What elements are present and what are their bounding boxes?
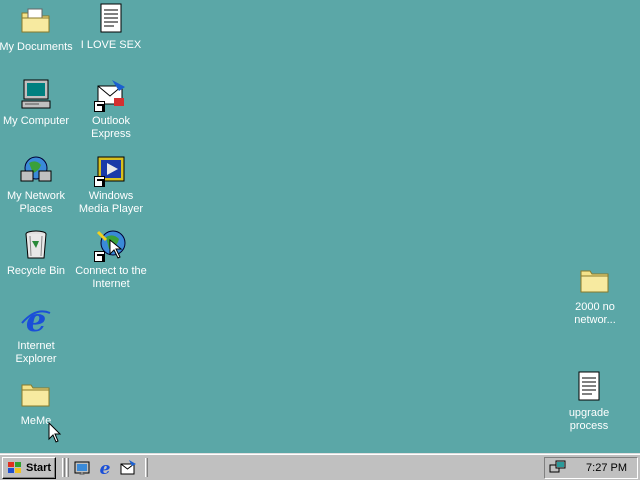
desktop-icon-label: Outlook Express (91, 115, 131, 140)
show-desktop-icon[interactable] (73, 459, 91, 477)
desktop-icon-label: Connect to the Internet (75, 265, 147, 290)
desktop-icon-2000-no-network-folder[interactable]: 2000 no networ... (557, 264, 633, 327)
desktop-icon-label: MeMe (20, 415, 52, 427)
desktop-icon-meme-folder[interactable]: MeMe (0, 378, 74, 428)
network-places-icon (19, 153, 53, 187)
desktop-icon-my-computer[interactable]: My Computer (0, 78, 74, 128)
desktop-icon-my-network-places[interactable]: My Network Places (0, 153, 74, 216)
desktop-icon-windows-media-player[interactable]: Windows Media Player (73, 153, 149, 216)
desktop-icon-upgrade-process[interactable]: upgrade process (551, 370, 627, 433)
outlook-express-icon (94, 78, 128, 112)
desktop-icon-label: I LOVE SEX (80, 39, 142, 51)
start-button[interactable]: Start (2, 457, 56, 479)
desktop-icon-label: Recycle Bin (6, 265, 66, 277)
desktop-icon-outlook-express[interactable]: Outlook Express (73, 78, 149, 141)
desktop-icon-label: upgrade process (568, 407, 610, 432)
internet-explorer-icon: e (19, 301, 53, 339)
desktop-icon-my-documents[interactable]: My Documents (0, 4, 74, 54)
start-label: Start (26, 462, 52, 474)
computer-icon (19, 78, 53, 112)
folder-icon (19, 4, 53, 38)
desktop-icon-label: My Computer (2, 115, 70, 127)
desktop-icon-label: 2000 no networ... (574, 301, 616, 326)
desktop-icon-connect-to-internet[interactable]: Connect to the Internet (73, 228, 149, 291)
text-document-icon (94, 2, 128, 36)
folder-icon (578, 264, 612, 298)
svg-text:e: e (26, 303, 46, 337)
desktop-icon-recycle-bin[interactable]: Recycle Bin (0, 228, 74, 278)
taskbar-grip[interactable] (66, 458, 69, 477)
shortcut-arrow-icon (94, 101, 105, 112)
recycle-bin-icon (19, 228, 53, 262)
desktop-icon-label: My Network Places (6, 190, 66, 215)
svg-text:e: e (100, 459, 111, 477)
system-tray: 7:27 PM (544, 457, 638, 479)
network-tray-icon[interactable] (549, 460, 567, 476)
shortcut-arrow-icon (94, 251, 105, 262)
windows-logo-icon (8, 462, 21, 473)
connect-internet-icon (94, 228, 128, 262)
outlook-express-icon[interactable] (119, 459, 137, 477)
folder-icon (19, 378, 53, 412)
desktop-icon-label: Windows Media Player (78, 190, 144, 215)
desktop-icon-text-file[interactable]: I LOVE SEX (73, 2, 149, 52)
shortcut-arrow-icon (94, 176, 105, 187)
desktop[interactable]: My Documents I LOVE SEX My Computer Outl… (0, 0, 640, 453)
internet-explorer-icon[interactable]: e (96, 459, 114, 477)
desktop-icon-label: Internet Explorer (15, 340, 57, 365)
desktop-icon-internet-explorer[interactable]: e Internet Explorer (0, 301, 74, 366)
clock[interactable]: 7:27 PM (586, 462, 627, 474)
text-document-icon (572, 370, 606, 404)
taskbar-grip[interactable] (145, 458, 148, 477)
desktop-icon-label: My Documents (0, 41, 73, 53)
taskbar-grip[interactable] (62, 458, 65, 477)
taskbar: Start e 7:27 PM (0, 453, 640, 480)
mouse-pointer-icon (48, 422, 62, 443)
media-player-icon (94, 153, 128, 187)
